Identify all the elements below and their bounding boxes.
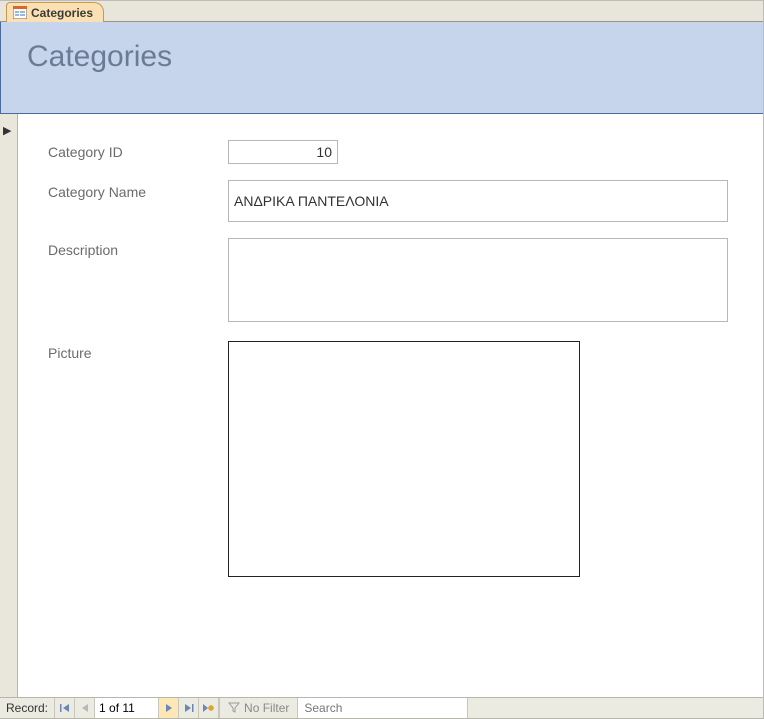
label-picture: Picture (48, 341, 228, 361)
new-record-button[interactable] (199, 698, 219, 718)
next-record-button[interactable] (159, 698, 179, 718)
filter-icon (228, 701, 240, 716)
form-header: Categories (0, 22, 763, 114)
record-selector[interactable]: ▶ (0, 114, 18, 697)
previous-record-button[interactable] (75, 698, 95, 718)
filter-indicator[interactable]: No Filter (219, 698, 298, 718)
tab-label: Categories (31, 6, 93, 20)
tab-categories[interactable]: Categories (6, 2, 104, 22)
label-description: Description (48, 238, 228, 258)
tab-bar: Categories (0, 0, 763, 22)
record-position-field[interactable] (95, 698, 159, 718)
form-icon (13, 6, 27, 19)
picture-field[interactable] (228, 341, 580, 577)
label-category-name: Category Name (48, 180, 228, 200)
label-category-id: Category ID (48, 140, 228, 160)
filter-label: No Filter (244, 701, 289, 715)
record-area: ▶ Category ID Category Name Description … (0, 114, 763, 697)
record-label: Record: (0, 698, 55, 718)
current-record-pointer-icon: ▶ (3, 124, 11, 137)
last-record-button[interactable] (179, 698, 199, 718)
description-field[interactable] (228, 238, 728, 322)
category-name-field[interactable] (228, 180, 728, 222)
category-id-field[interactable] (228, 140, 338, 164)
page-title: Categories (27, 40, 763, 74)
record-navigation-bar: Record: No Filter (0, 697, 763, 719)
form-body: Category ID Category Name Description Pi… (18, 114, 763, 697)
search-input[interactable] (298, 698, 468, 718)
first-record-button[interactable] (55, 698, 75, 718)
